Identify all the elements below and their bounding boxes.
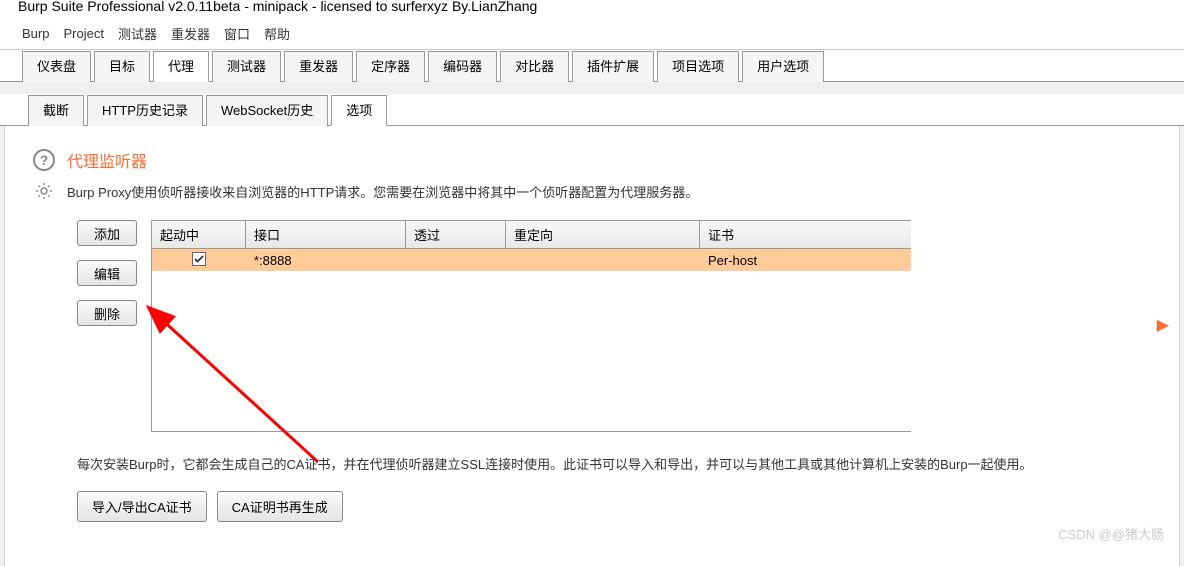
tab-project-options[interactable]: 项目选项: [657, 51, 739, 82]
watermark: CSDN @@猪大肠: [1058, 524, 1164, 543]
th-certificate[interactable]: 证书: [700, 221, 910, 248]
gear-icon[interactable]: [33, 180, 55, 202]
regenerate-ca-button[interactable]: CA证明书再生成: [217, 491, 343, 522]
th-invisible[interactable]: 透过: [406, 221, 506, 248]
tab-user-options[interactable]: 用户选项: [742, 51, 824, 82]
panel-buttons: 添加 编辑 删除: [77, 220, 137, 432]
tab-target[interactable]: 目标: [94, 51, 150, 82]
scroll-right-icon[interactable]: ▶: [1157, 315, 1169, 335]
subtab-intercept[interactable]: 截断: [28, 95, 84, 126]
td-running[interactable]: [152, 250, 246, 271]
add-button[interactable]: 添加: [77, 220, 137, 246]
help-icon[interactable]: ?: [33, 149, 55, 171]
menu-repeater[interactable]: 重发器: [171, 24, 210, 43]
section-title: 代理监听器: [67, 148, 147, 172]
tab-decoder[interactable]: 编码器: [428, 51, 497, 82]
edit-button[interactable]: 编辑: [77, 260, 137, 286]
tab-sequencer[interactable]: 定序器: [356, 51, 425, 82]
subtab-http-history[interactable]: HTTP历史记录: [87, 95, 203, 126]
menu-burp[interactable]: Burp: [22, 26, 49, 41]
table-empty-area: [152, 271, 911, 431]
menu-help[interactable]: 帮助: [264, 24, 290, 43]
window-title: Burp Suite Professional v2.0.11beta - mi…: [18, 0, 537, 14]
tab-tester[interactable]: 测试器: [212, 51, 281, 82]
subtab-ws-history[interactable]: WebSocket历史: [206, 95, 328, 126]
menu-tester[interactable]: 测试器: [118, 24, 157, 43]
tab-comparer[interactable]: 对比器: [500, 51, 569, 82]
menu-window[interactable]: 窗口: [224, 24, 250, 43]
section-header: ? 代理监听器: [33, 148, 1151, 172]
td-redirect: [506, 258, 700, 262]
th-running[interactable]: 起动中: [152, 221, 246, 248]
import-export-ca-button[interactable]: 导入/导出CA证书: [77, 491, 207, 522]
tab-dashboard[interactable]: 仪表盘: [22, 51, 91, 82]
th-redirect[interactable]: 重定向: [506, 221, 700, 248]
title-bar: Burp Suite Professional v2.0.11beta - mi…: [0, 0, 1184, 18]
tab-proxy[interactable]: 代理: [153, 51, 209, 82]
table-row[interactable]: *:8888 Per-host: [152, 249, 911, 271]
th-interface[interactable]: 接口: [246, 221, 406, 248]
td-invisible: [406, 258, 506, 262]
listener-panel: 添加 编辑 删除 起动中 接口 透过 重定向 证书 *:8888: [77, 220, 1151, 432]
ca-section: 每次安装Burp时，它都会生成自己的CA证书，并在代理侦听器建立SSL连接时使用…: [77, 454, 1151, 522]
section-description: Burp Proxy使用侦听器接收来自浏览器的HTTP请求。您需要在浏览器中将其…: [67, 182, 698, 201]
menu-project[interactable]: Project: [63, 26, 103, 41]
ca-description: 每次安装Burp时，它都会生成自己的CA证书，并在代理侦听器建立SSL连接时使用…: [77, 454, 1151, 473]
ca-buttons: 导入/导出CA证书 CA证明书再生成: [77, 491, 1151, 522]
content-area: ? 代理监听器 Burp Proxy使用侦听器接收来自浏览器的HTTP请求。您需…: [4, 126, 1180, 566]
td-interface: *:8888: [246, 251, 406, 270]
tab-extender[interactable]: 插件扩展: [572, 51, 654, 82]
table-header: 起动中 接口 透过 重定向 证书: [152, 221, 911, 249]
listener-table: 起动中 接口 透过 重定向 证书 *:8888 Per-host: [151, 220, 911, 432]
checkbox-checked-icon[interactable]: [192, 252, 206, 266]
subtab-options[interactable]: 选项: [331, 95, 387, 126]
section-desc-row: Burp Proxy使用侦听器接收来自浏览器的HTTP请求。您需要在浏览器中将其…: [33, 180, 1151, 202]
tab-repeater[interactable]: 重发器: [284, 51, 353, 82]
delete-button[interactable]: 删除: [77, 300, 137, 326]
sub-tabs: 截断 HTTP历史记录 WebSocket历史 选项: [0, 94, 1184, 126]
td-certificate: Per-host: [700, 251, 910, 270]
main-tabs: 仪表盘 目标 代理 测试器 重发器 定序器 编码器 对比器 插件扩展 项目选项 …: [0, 50, 1184, 82]
menu-bar: Burp Project 测试器 重发器 窗口 帮助: [0, 18, 1184, 50]
